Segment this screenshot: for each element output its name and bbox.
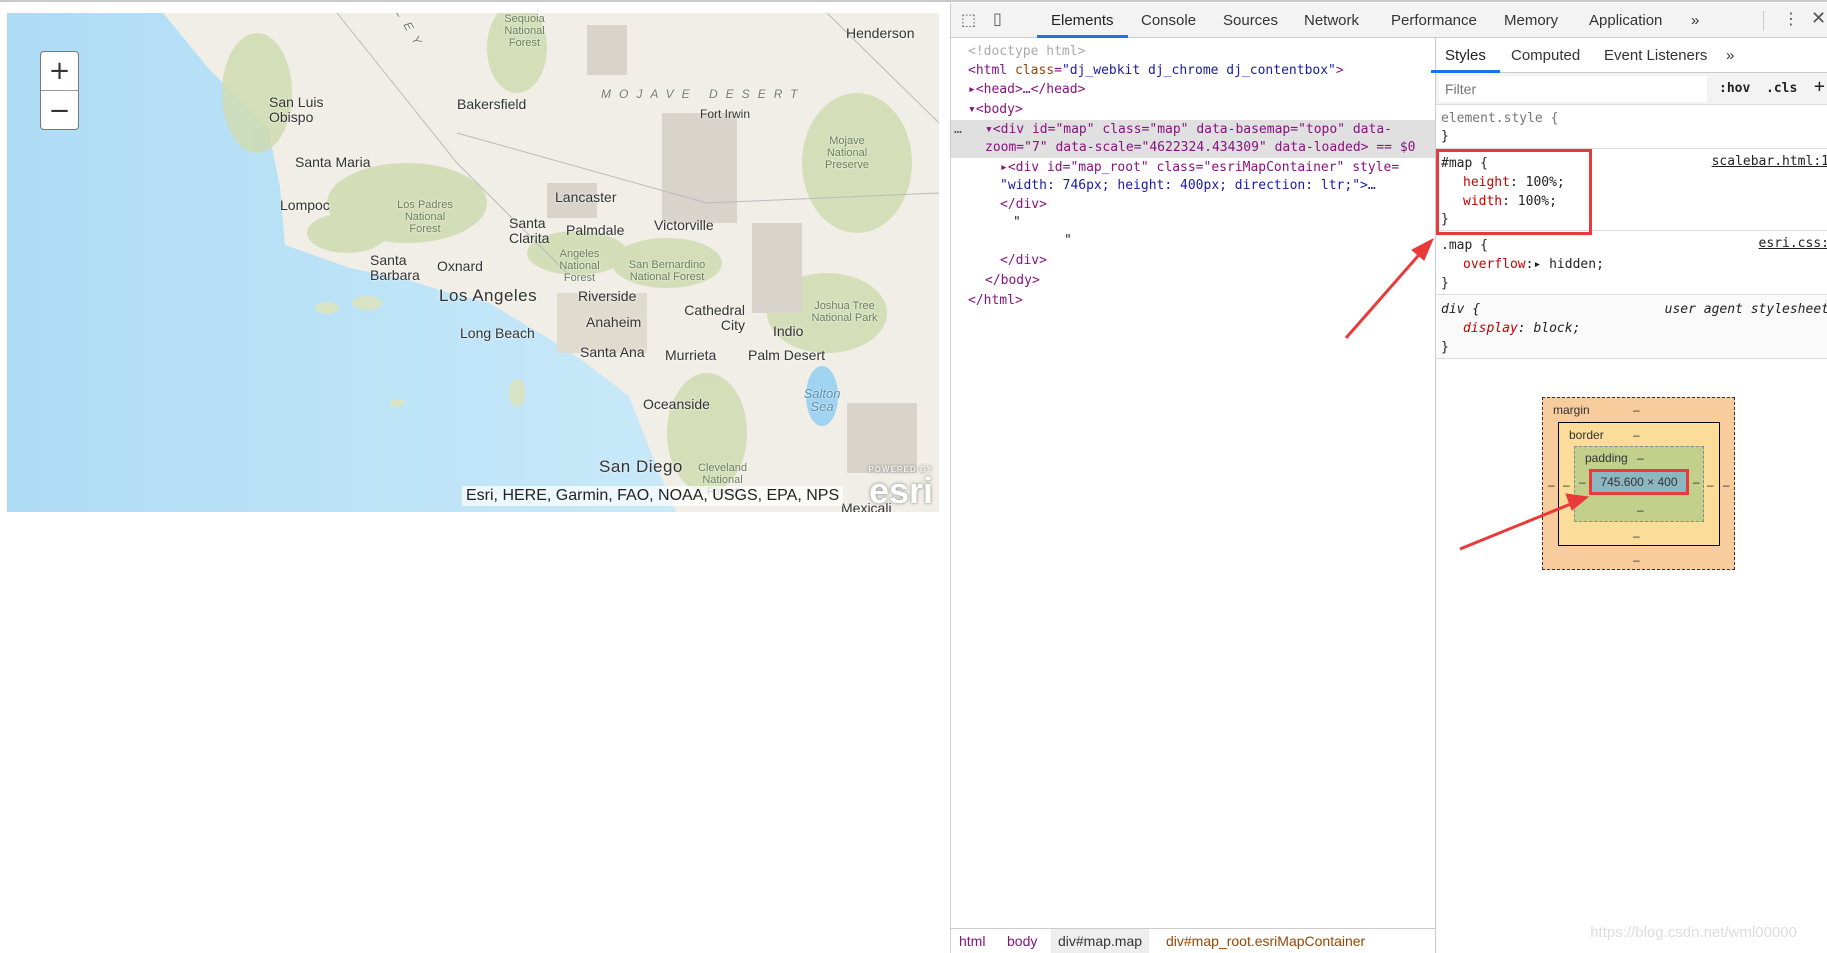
- annotation-arrow: [1344, 237, 1435, 339]
- watermark: https://blog.csdn.net/wml00000: [1590, 924, 1797, 941]
- annotation-arrow: [1459, 493, 1590, 551]
- annotation-arrows: [1344, 237, 1590, 551]
